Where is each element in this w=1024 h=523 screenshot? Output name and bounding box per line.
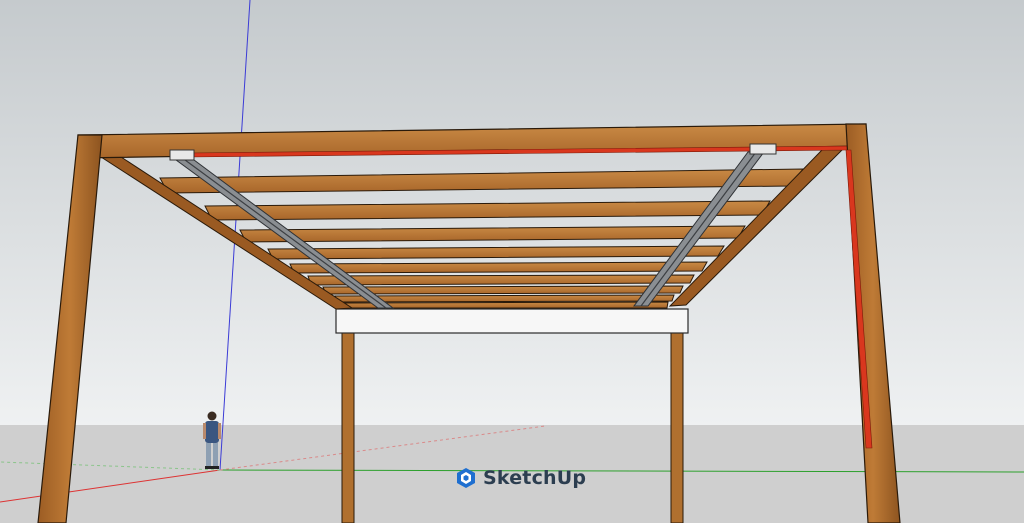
bracket-right — [749, 143, 777, 155]
sketchup-watermark: SketchUp — [455, 463, 586, 493]
modeling-viewport[interactable]: SketchUp — [0, 0, 1024, 523]
back-post-right — [670, 329, 684, 523]
sketchup-logo-icon — [457, 468, 475, 488]
sketchup-watermark-text: SketchUp — [483, 467, 587, 489]
white-back-beam — [335, 308, 689, 334]
pergola-scene[interactable] — [0, 0, 1024, 523]
bracket-left — [169, 149, 195, 161]
back-post-left — [341, 329, 355, 523]
